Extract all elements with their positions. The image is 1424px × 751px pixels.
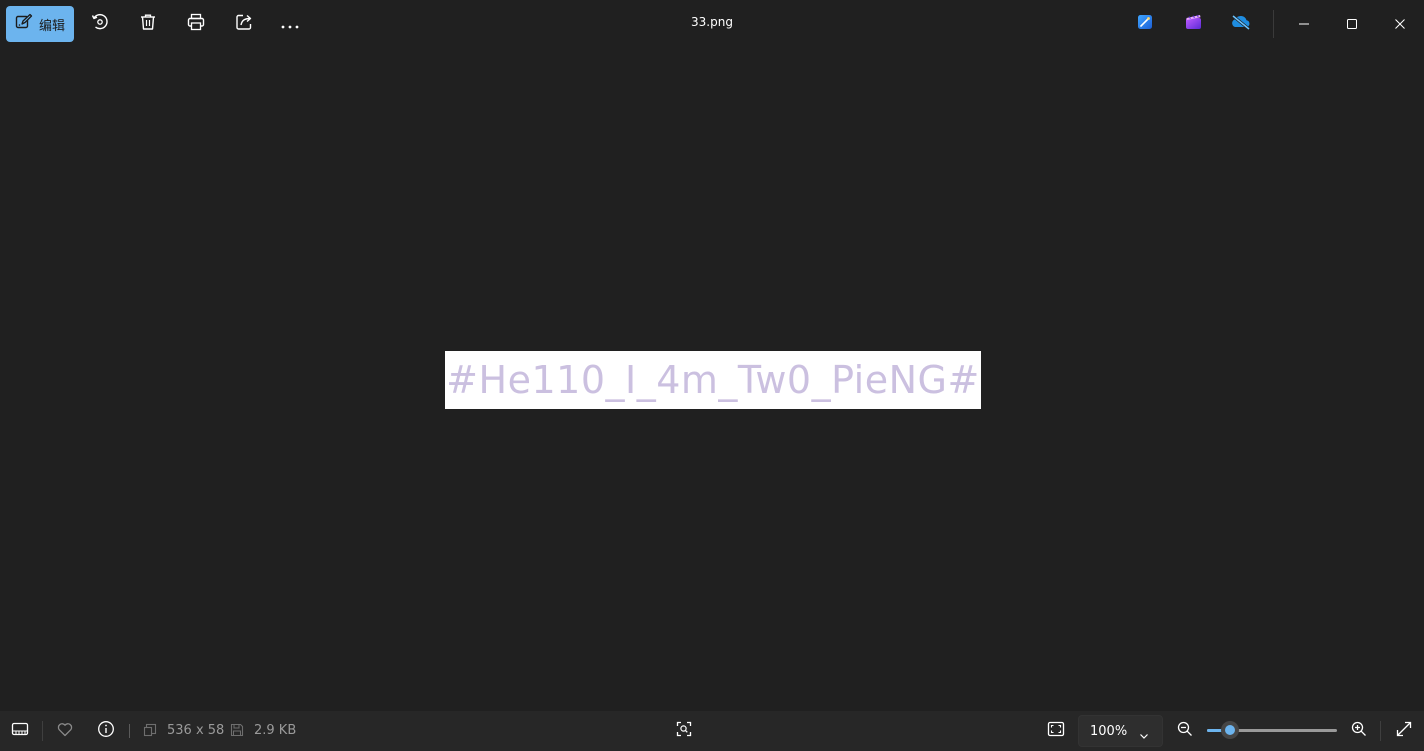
maximize-icon	[1346, 15, 1358, 34]
visual-search-icon	[676, 721, 692, 741]
window-title: 33.png	[691, 15, 733, 29]
onedrive-button[interactable]	[1225, 8, 1257, 40]
more-options-button[interactable]	[274, 8, 306, 40]
designer-icon	[1137, 14, 1153, 34]
file-size: 2.9 KB	[254, 723, 297, 738]
status-divider	[1380, 721, 1381, 741]
fit-to-window-button[interactable]	[1044, 719, 1068, 743]
close-button[interactable]	[1384, 8, 1416, 40]
rotate-icon	[91, 13, 109, 35]
displayed-image: #He110_I_4m_Tw0_PieNG#	[445, 351, 981, 409]
toolbar-divider	[1273, 10, 1274, 38]
clipchamp-app-button[interactable]	[1177, 8, 1209, 40]
edit-button[interactable]: 编辑	[6, 6, 74, 42]
top-toolbar: 编辑 33.png	[0, 0, 1424, 48]
zoom-level-dropdown[interactable]: 100%	[1078, 715, 1163, 747]
status-divider	[42, 721, 43, 741]
edit-button-label: 编辑	[39, 18, 66, 34]
more-icon	[280, 15, 300, 34]
image-dimensions: 536 x 58	[167, 723, 225, 738]
close-icon	[1394, 15, 1406, 34]
zoom-out-icon	[1177, 721, 1193, 741]
zoom-in-button[interactable]	[1347, 719, 1371, 743]
zoom-in-icon	[1351, 721, 1367, 741]
minimize-button[interactable]	[1288, 8, 1320, 40]
save-icon-wrap	[225, 719, 249, 743]
fit-screen-icon	[1047, 721, 1065, 741]
print-icon	[187, 13, 205, 35]
share-icon	[235, 13, 253, 35]
rotate-button[interactable]	[84, 8, 116, 40]
onedrive-icon	[1230, 14, 1252, 34]
zoom-slider[interactable]	[1207, 721, 1337, 739]
zoom-slider-thumb[interactable]	[1221, 721, 1239, 739]
zoom-level-value: 100%	[1090, 723, 1128, 739]
designer-app-button[interactable]	[1129, 8, 1161, 40]
full-screen-button[interactable]	[1392, 719, 1416, 743]
delete-button[interactable]	[132, 8, 164, 40]
dimensions-icon-wrap	[138, 719, 162, 743]
image-text: #He110_I_4m_Tw0_PieNG#	[446, 358, 980, 402]
dimensions-icon	[143, 722, 157, 741]
file-info-button[interactable]	[94, 719, 118, 743]
favorite-button[interactable]	[53, 719, 77, 743]
heart-icon	[57, 722, 73, 741]
zoom-out-button[interactable]	[1173, 719, 1197, 743]
chevron-down-icon	[1139, 726, 1149, 745]
save-icon	[230, 722, 244, 741]
maximize-button[interactable]	[1336, 8, 1368, 40]
delete-icon	[139, 13, 157, 35]
filmstrip-button[interactable]	[8, 719, 32, 743]
photos-app-window: 编辑 33.png #He110_I_4m_Tw0_PieNG# 536 x 5…	[0, 0, 1424, 751]
share-button[interactable]	[228, 8, 260, 40]
edit-icon	[15, 13, 33, 35]
zoom-slider-thumb-dot	[1225, 725, 1235, 735]
print-button[interactable]	[180, 8, 212, 40]
info-icon	[97, 720, 115, 742]
visual-search-button[interactable]	[672, 719, 696, 743]
status-divider	[129, 724, 130, 738]
expand-icon	[1396, 721, 1412, 741]
clipchamp-icon	[1185, 14, 1202, 34]
minimize-icon	[1298, 15, 1310, 34]
filmstrip-icon	[11, 721, 29, 741]
